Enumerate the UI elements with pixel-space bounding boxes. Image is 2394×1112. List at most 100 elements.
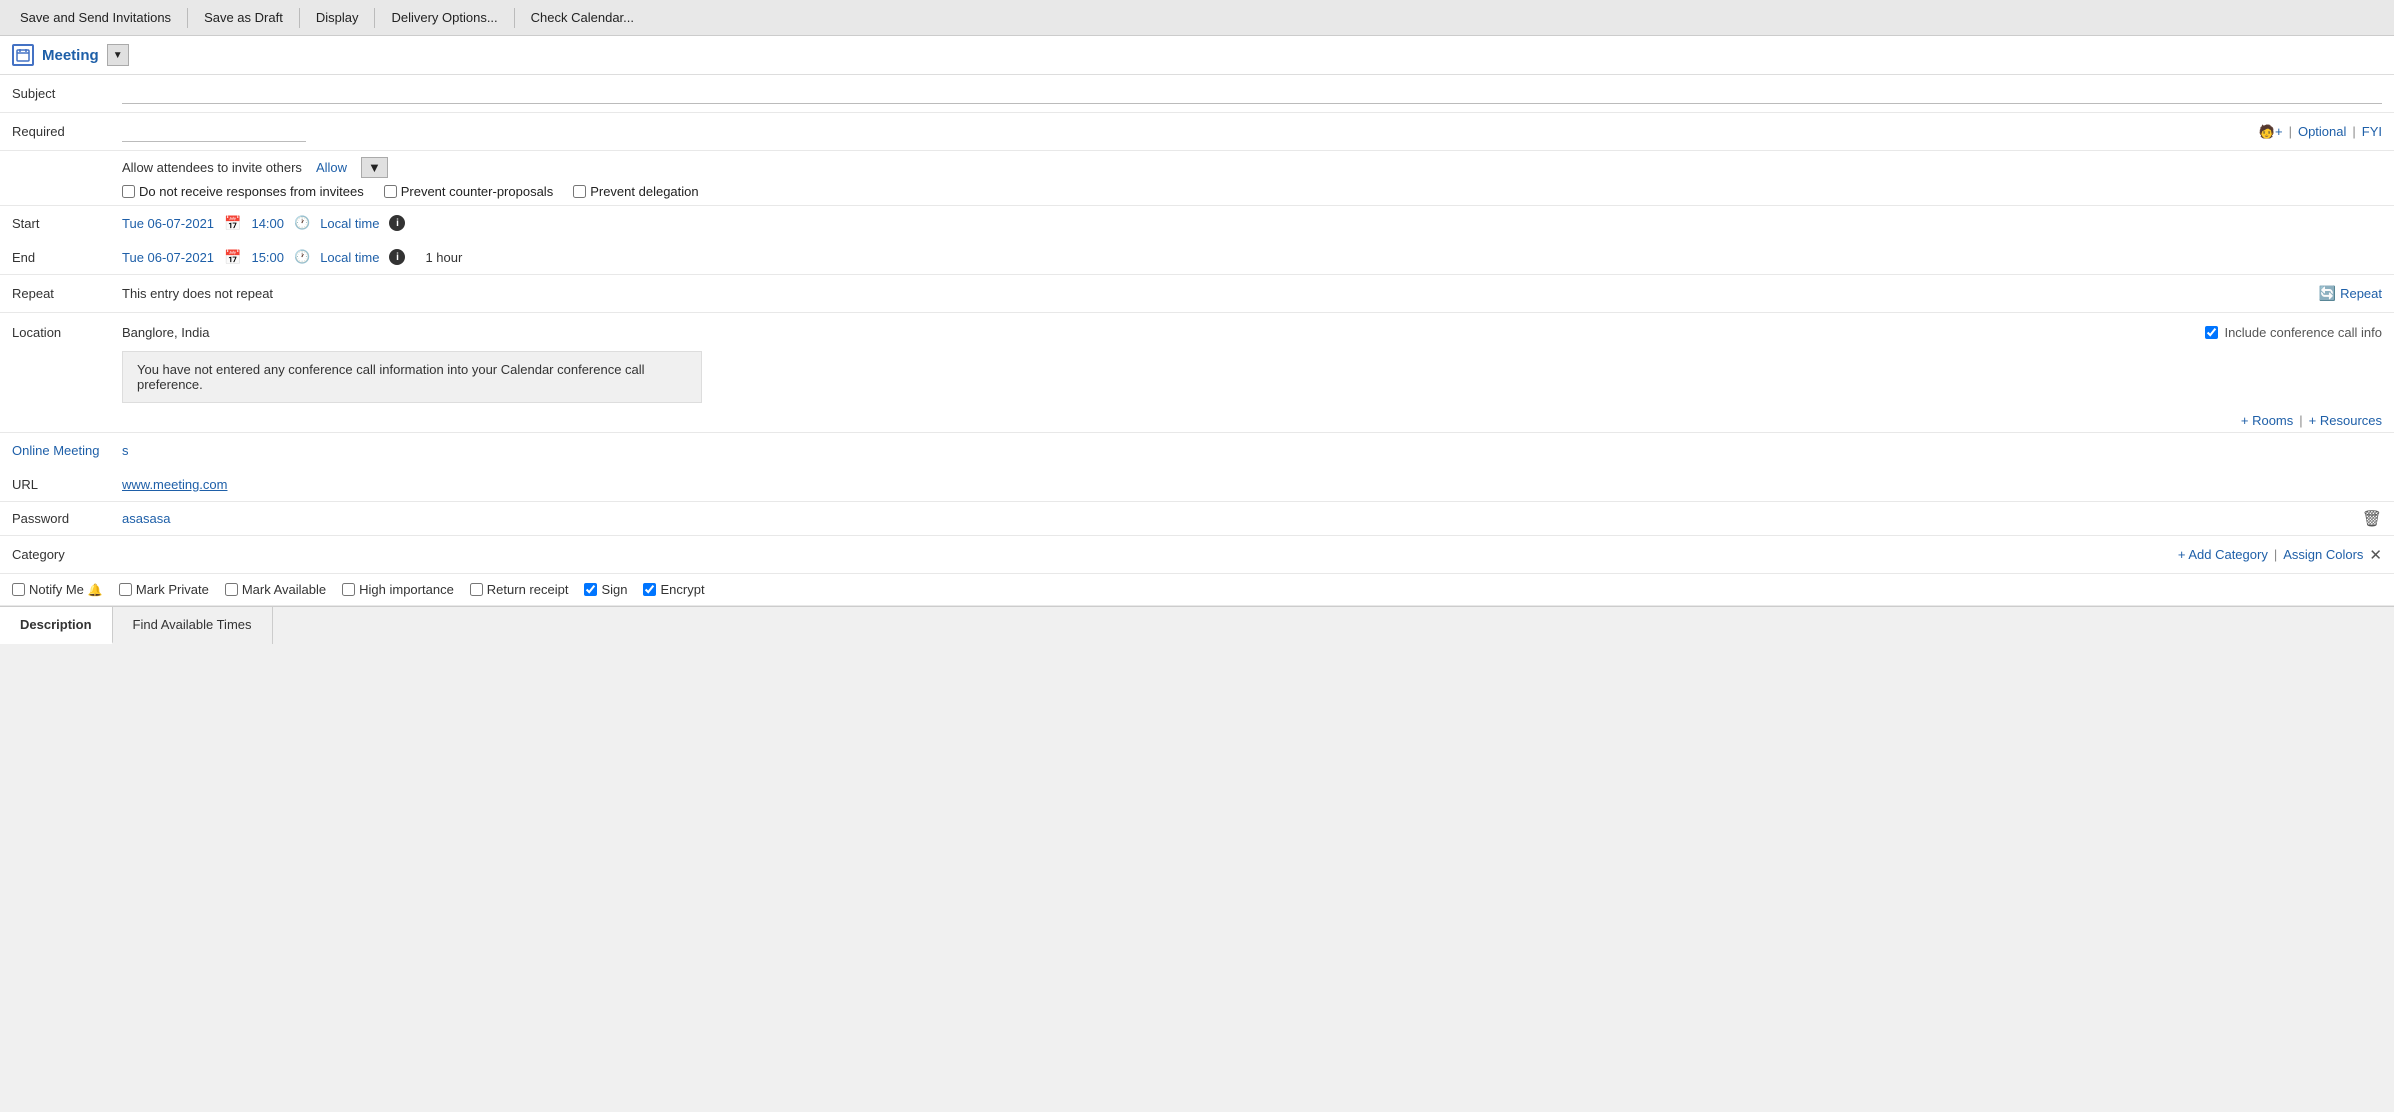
location-row: Location Banglore, India Include confere… [0, 313, 2394, 351]
repeat-link[interactable]: 🔄 Repeat [2319, 285, 2382, 302]
separator2: | [2352, 124, 2355, 139]
fyi-link[interactable]: FYI [2362, 124, 2382, 139]
subject-content [122, 84, 2382, 104]
subject-label: Subject [12, 86, 122, 101]
add-person-icon[interactable]: 🧑+ [2259, 124, 2283, 140]
high-importance-item[interactable]: High importance [342, 582, 454, 597]
mark-private-checkbox[interactable] [119, 583, 132, 596]
location-value: Banglore, India [122, 325, 2205, 340]
online-meeting-label[interactable]: Online Meeting [12, 443, 122, 458]
toolbar: Save and Send Invitations Save as Draft … [0, 0, 2394, 36]
description-tab[interactable]: Description [0, 607, 113, 644]
end-label: End [12, 250, 122, 265]
conference-checkbox[interactable] [2205, 326, 2218, 339]
form-container: Subject Required 🧑+ | Optional | FYI All… [0, 75, 2394, 644]
bottom-checkboxes: Notify Me 🔔 Mark Private Mark Available … [0, 574, 2394, 606]
start-info-icon[interactable]: i [389, 215, 405, 231]
mark-private-item[interactable]: Mark Private [119, 582, 209, 597]
return-receipt-label: Return receipt [487, 582, 569, 597]
end-time-link[interactable]: 15:00 [251, 250, 284, 265]
encrypt-label: Encrypt [660, 582, 704, 597]
return-receipt-checkbox[interactable] [470, 583, 483, 596]
toolbar-separator-4 [514, 8, 515, 28]
category-actions: + Add Category | Assign Colors ✕ [2178, 546, 2382, 564]
end-date-link[interactable]: Tue 06-07-2021 [122, 250, 214, 265]
attendee-options-row: Allow attendees to invite others Allow ▼… [0, 151, 2394, 206]
repeat-link-text: Repeat [2340, 286, 2382, 301]
save-as-draft-button[interactable]: Save as Draft [196, 6, 291, 29]
start-content: Tue 06-07-2021 📅 14:00 🕐 Local time i [122, 215, 405, 232]
notify-me-label: Notify Me [29, 582, 84, 597]
repeat-icon: 🔄 [2319, 285, 2336, 302]
start-timezone-link[interactable]: Local time [320, 216, 379, 231]
end-timezone-link[interactable]: Local time [320, 250, 379, 265]
do-not-receive-label: Do not receive responses from invitees [139, 184, 364, 199]
return-receipt-item[interactable]: Return receipt [470, 582, 569, 597]
checkboxes-row: Do not receive responses from invitees P… [122, 184, 2382, 199]
end-calendar-icon[interactable]: 📅 [224, 249, 241, 266]
mark-available-item[interactable]: Mark Available [225, 582, 326, 597]
add-category-link[interactable]: + Add Category [2178, 547, 2268, 562]
url-value[interactable]: www.meeting.com [122, 477, 227, 492]
meeting-type-dropdown[interactable]: ▼ [107, 44, 129, 66]
category-row: Category + Add Category | Assign Colors … [0, 536, 2394, 574]
required-content [122, 122, 2259, 142]
category-label: Category [12, 547, 122, 562]
prevent-delegation-checkbox[interactable] [573, 185, 586, 198]
rooms-separator: | [2299, 413, 2302, 428]
prevent-counter-checkbox-item[interactable]: Prevent counter-proposals [384, 184, 553, 199]
find-available-times-tab[interactable]: Find Available Times [113, 607, 273, 644]
allow-attendees-text: Allow attendees to invite others [122, 160, 302, 175]
save-and-send-button[interactable]: Save and Send Invitations [12, 6, 179, 29]
subject-input[interactable] [122, 84, 2382, 104]
resources-link[interactable]: + Resources [2309, 413, 2382, 428]
encrypt-item[interactable]: Encrypt [643, 582, 704, 597]
encrypt-checkbox[interactable] [643, 583, 656, 596]
online-meeting-section: Online Meeting s URL www.meeting.com [0, 433, 2394, 502]
subject-row: Subject [0, 75, 2394, 113]
start-clock-icon: 🕐 [294, 215, 310, 231]
required-row: Required 🧑+ | Optional | FYI [0, 113, 2394, 151]
repeat-content: This entry does not repeat [122, 286, 2319, 301]
mark-available-checkbox[interactable] [225, 583, 238, 596]
start-date-link[interactable]: Tue 06-07-2021 [122, 216, 214, 231]
check-calendar-button[interactable]: Check Calendar... [523, 6, 642, 29]
url-label: URL [12, 477, 122, 492]
repeat-label: Repeat [12, 286, 122, 301]
meeting-header: Meeting ▼ [0, 36, 2394, 75]
rooms-link[interactable]: + Rooms [2241, 413, 2293, 428]
prevent-counter-label: Prevent counter-proposals [401, 184, 553, 199]
do-not-receive-checkbox[interactable] [122, 185, 135, 198]
allow-row: Allow attendees to invite others Allow ▼ [122, 157, 2382, 178]
sign-checkbox[interactable] [584, 583, 597, 596]
password-label: Password [12, 511, 122, 526]
display-button[interactable]: Display [308, 6, 367, 29]
allow-link[interactable]: Allow [316, 160, 347, 175]
bottom-tabs: Description Find Available Times [0, 606, 2394, 644]
required-input[interactable] [122, 122, 306, 142]
allow-dropdown[interactable]: ▼ [361, 157, 388, 178]
optional-link[interactable]: Optional [2298, 124, 2346, 139]
prevent-delegation-checkbox-item[interactable]: Prevent delegation [573, 184, 698, 199]
high-importance-label: High importance [359, 582, 454, 597]
meeting-title: Meeting [42, 47, 99, 64]
mark-private-label: Mark Private [136, 582, 209, 597]
category-close-icon[interactable]: ✕ [2369, 546, 2382, 564]
high-importance-checkbox[interactable] [342, 583, 355, 596]
assign-colors-link[interactable]: Assign Colors [2283, 547, 2363, 562]
start-calendar-icon[interactable]: 📅 [224, 215, 241, 232]
category-separator: | [2274, 547, 2277, 562]
delivery-options-button[interactable]: Delivery Options... [383, 6, 505, 29]
start-time-link[interactable]: 14:00 [251, 216, 284, 231]
password-row: Password asasasa 🗑 [0, 502, 2394, 536]
end-info-icon[interactable]: i [389, 249, 405, 265]
sign-item[interactable]: Sign [584, 582, 627, 597]
delete-password-icon[interactable]: 🗑 [2362, 509, 2382, 529]
prevent-counter-checkbox[interactable] [384, 185, 397, 198]
conference-check-label: Include conference call info [2224, 325, 2382, 340]
notify-me-item[interactable]: Notify Me 🔔 [12, 582, 103, 597]
notify-me-checkbox[interactable] [12, 583, 25, 596]
do-not-receive-checkbox-item[interactable]: Do not receive responses from invitees [122, 184, 364, 199]
location-section: Location Banglore, India Include confere… [0, 313, 2394, 433]
sign-label: Sign [601, 582, 627, 597]
